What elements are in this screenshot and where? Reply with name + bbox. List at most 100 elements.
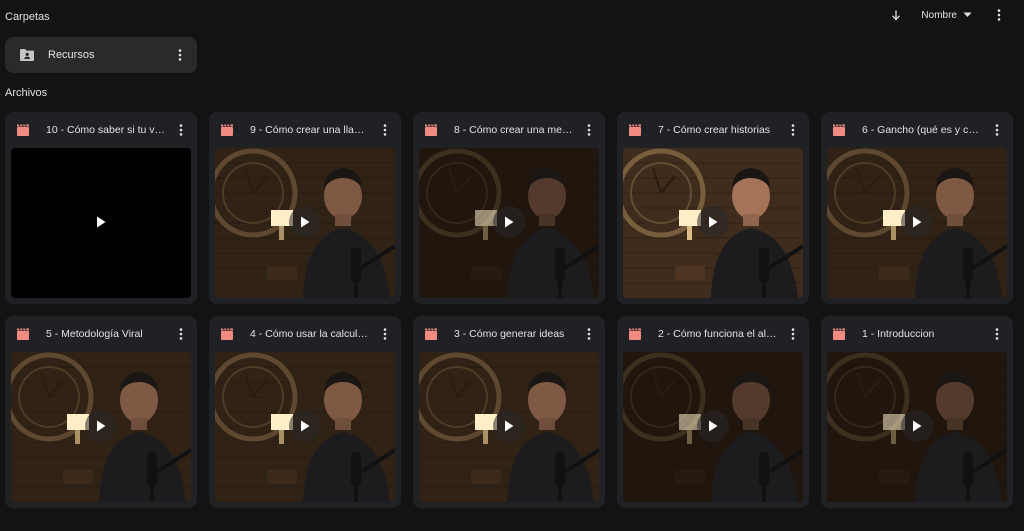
play-button[interactable] <box>697 206 729 238</box>
video-thumbnail[interactable] <box>827 148 1007 298</box>
view-options-button[interactable] <box>992 7 1006 23</box>
play-icon <box>505 216 514 228</box>
file-title: 10 - Cómo saber si tu video funcionó <box>46 124 174 136</box>
play-button[interactable] <box>901 206 933 238</box>
file-card[interactable]: 7 - Cómo crear historias <box>617 112 809 304</box>
more-vert-icon <box>178 49 182 61</box>
video-thumbnail[interactable] <box>827 352 1007 502</box>
file-card[interactable]: 10 - Cómo saber si tu video funcionó <box>5 112 197 304</box>
more-vert-icon <box>179 124 183 136</box>
more-vert-icon <box>383 328 387 340</box>
file-card-header: 6 - Gancho (qué es y cómo crearlo) <box>821 112 1013 148</box>
more-vert-icon <box>791 328 795 340</box>
file-card[interactable]: 5 - Metodología Viral <box>5 316 197 508</box>
play-button[interactable] <box>493 410 525 442</box>
play-icon <box>709 420 718 432</box>
video-thumbnail[interactable] <box>419 148 599 298</box>
video-thumbnail[interactable] <box>419 352 599 502</box>
file-card[interactable]: 9 - Cómo crear una llamada a la acción <box>209 112 401 304</box>
file-more-button[interactable] <box>378 122 392 138</box>
play-button[interactable] <box>289 206 321 238</box>
file-title: 5 - Metodología Viral <box>46 328 143 340</box>
play-icon <box>301 216 310 228</box>
caret-down-icon <box>963 12 972 17</box>
file-card-header: 7 - Cómo crear historias <box>617 112 809 148</box>
file-title: 9 - Cómo crear una llamada a la acción <box>250 124 378 136</box>
play-icon <box>301 420 310 432</box>
file-card[interactable]: 3 - Cómo generar ideas <box>413 316 605 508</box>
sort-by-button[interactable]: Nombre <box>921 10 972 21</box>
file-card-header: 5 - Metodología Viral <box>5 316 197 352</box>
video-file-icon <box>221 328 233 340</box>
video-file-icon <box>425 124 437 136</box>
more-vert-icon <box>791 124 795 136</box>
file-more-button[interactable] <box>990 122 1004 138</box>
file-title: 3 - Cómo generar ideas <box>454 328 565 340</box>
file-card-header: 8 - Cómo crear una mejor retención <box>413 112 605 148</box>
folder-more-button[interactable] <box>173 47 187 63</box>
file-card[interactable]: 6 - Gancho (qué es y cómo crearlo) <box>821 112 1013 304</box>
folder-card[interactable]: Recursos <box>5 37 197 73</box>
folder-name: Recursos <box>48 49 95 61</box>
video-thumbnail[interactable] <box>623 148 803 298</box>
file-more-button[interactable] <box>582 122 596 138</box>
video-thumbnail[interactable] <box>215 148 395 298</box>
play-button[interactable] <box>901 410 933 442</box>
video-file-icon <box>425 328 437 340</box>
file-card-header: 3 - Cómo generar ideas <box>413 316 605 352</box>
video-file-icon <box>17 124 29 136</box>
more-vert-icon <box>995 328 999 340</box>
play-button[interactable] <box>85 410 117 442</box>
more-vert-icon <box>383 124 387 136</box>
play-button[interactable] <box>697 410 729 442</box>
video-file-icon <box>17 328 29 340</box>
video-thumbnail[interactable] <box>11 148 191 298</box>
sort-bar: Nombre <box>888 6 1006 24</box>
drive-folder-view: Carpetas Nombre Recursos Archivos 10 - C… <box>0 0 1024 531</box>
video-file-icon <box>833 328 845 340</box>
folders-section-label: Carpetas <box>5 11 50 23</box>
play-button[interactable] <box>85 206 117 238</box>
files-section-label: Archivos <box>5 87 48 99</box>
file-card-header: 4 - Cómo usar la calculadora <box>209 316 401 352</box>
file-card[interactable]: 1 - Introduccion <box>821 316 1013 508</box>
play-icon <box>505 420 514 432</box>
play-icon <box>913 420 922 432</box>
file-card-header: 10 - Cómo saber si tu video funcionó <box>5 112 197 148</box>
file-more-button[interactable] <box>582 326 596 342</box>
play-icon <box>709 216 718 228</box>
file-more-button[interactable] <box>378 326 392 342</box>
file-card[interactable]: 2 - Cómo funciona el algoritmo <box>617 316 809 508</box>
video-file-icon <box>629 124 641 136</box>
play-button[interactable] <box>289 410 321 442</box>
file-card-header: 2 - Cómo funciona el algoritmo <box>617 316 809 352</box>
sort-by-label: Nombre <box>921 9 957 21</box>
file-title: 8 - Cómo crear una mejor retención <box>454 124 582 136</box>
sort-direction-button[interactable] <box>888 7 904 23</box>
play-icon <box>913 216 922 228</box>
arrow-down-icon <box>892 10 901 21</box>
video-file-icon <box>833 124 845 136</box>
shared-folder-icon <box>19 47 35 63</box>
file-more-button[interactable] <box>786 326 800 342</box>
file-more-button[interactable] <box>174 122 188 138</box>
play-icon <box>97 420 106 432</box>
file-card-header: 9 - Cómo crear una llamada a la acción <box>209 112 401 148</box>
video-thumbnail[interactable] <box>623 352 803 502</box>
file-more-button[interactable] <box>990 326 1004 342</box>
play-button[interactable] <box>493 206 525 238</box>
file-card[interactable]: 8 - Cómo crear una mejor retención <box>413 112 605 304</box>
file-more-button[interactable] <box>174 326 188 342</box>
file-more-button[interactable] <box>786 122 800 138</box>
file-card[interactable]: 4 - Cómo usar la calculadora <box>209 316 401 508</box>
file-card-header: 1 - Introduccion <box>821 316 1013 352</box>
file-title: 2 - Cómo funciona el algoritmo <box>658 328 786 340</box>
video-thumbnail[interactable] <box>215 352 395 502</box>
file-title: 1 - Introduccion <box>862 328 935 340</box>
more-vert-icon <box>997 9 1001 21</box>
more-vert-icon <box>587 124 591 136</box>
video-file-icon <box>221 124 233 136</box>
more-vert-icon <box>995 124 999 136</box>
more-vert-icon <box>179 328 183 340</box>
video-thumbnail[interactable] <box>11 352 191 502</box>
